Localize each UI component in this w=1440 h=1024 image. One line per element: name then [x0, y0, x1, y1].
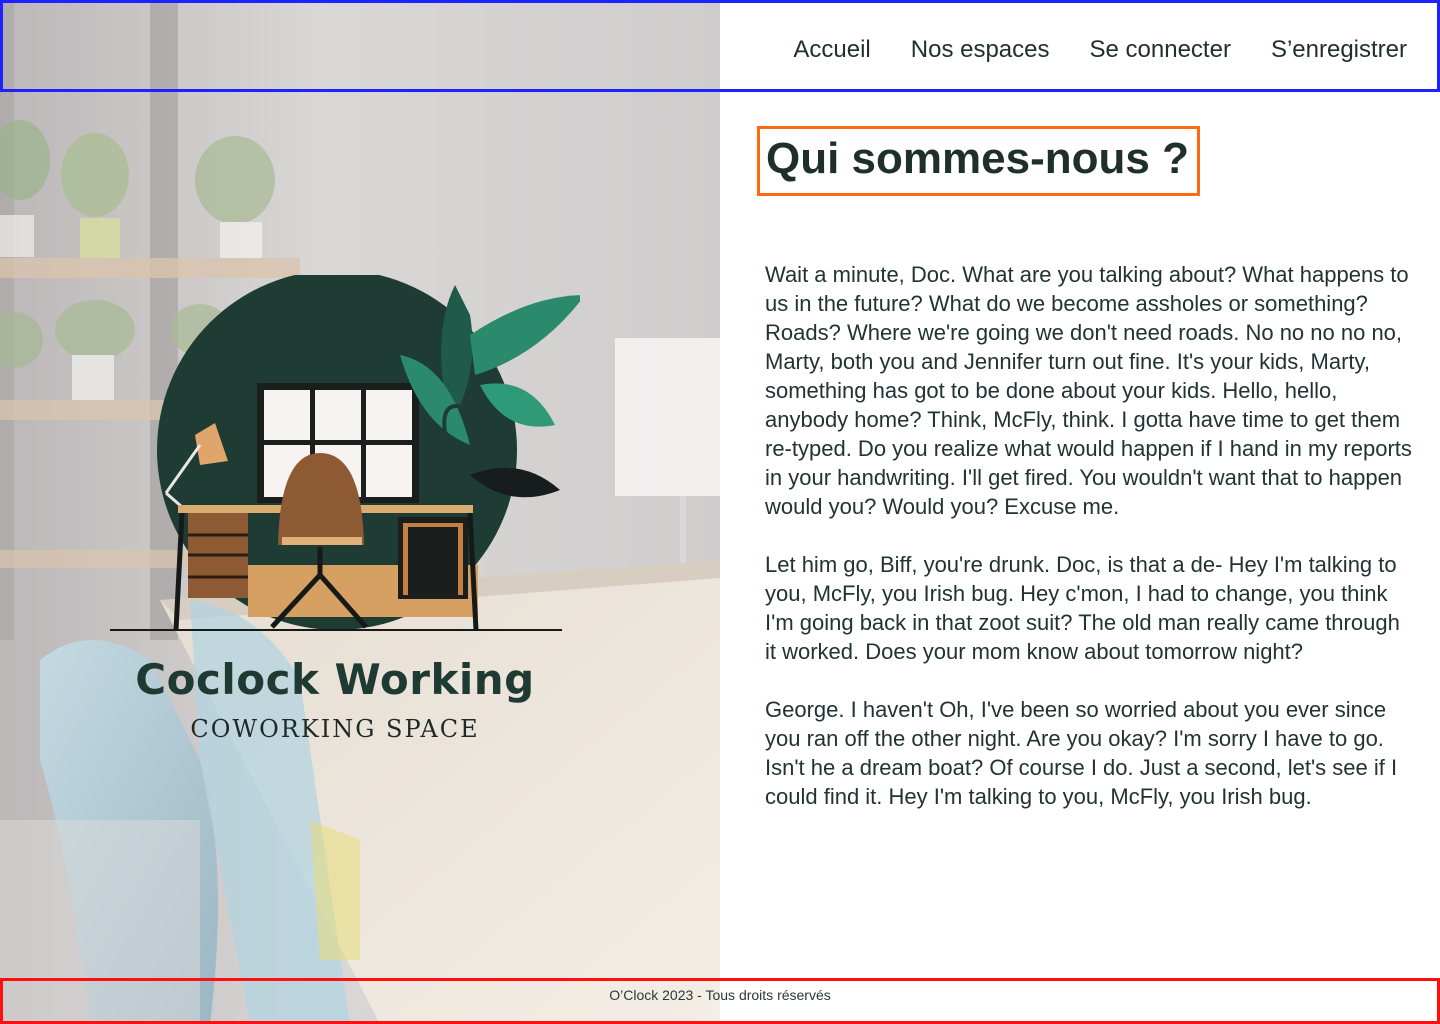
paragraph: Wait a minute, Doc. What are you talking… — [765, 262, 1412, 519]
title-highlight-box: Qui sommes-nous ? — [757, 126, 1200, 196]
site-footer: O’Clock 2023 - Tous droits réservés — [0, 978, 1440, 1024]
paragraph: George. I haven't Oh, I've been so worri… — [765, 697, 1398, 809]
page-title: Qui sommes-nous ? — [766, 134, 1189, 183]
copyright-text: O’Clock 2023 - Tous droits réservés — [609, 987, 831, 1003]
nav-link-nos-espaces[interactable]: Nos espaces — [911, 33, 1050, 67]
paragraph: Let him go, Biff, you're drunk. Doc, is … — [765, 552, 1400, 664]
nav-link-s-enregistrer[interactable]: S’enregistrer — [1271, 33, 1407, 67]
nav-link-se-connecter[interactable]: Se connecter — [1090, 33, 1231, 67]
brand-subtitle: COWORKING SPACE — [190, 715, 480, 743]
workspace-illustration-icon — [110, 270, 585, 631]
nav-link-accueil[interactable]: Accueil — [793, 33, 870, 67]
site-header: Accueil Nos espaces Se connecter S’enreg… — [0, 0, 1440, 92]
brand-name: Coclock Working — [135, 655, 535, 704]
main-content: Qui sommes-nous ? Wait a minute, Doc. Wh… — [757, 126, 1415, 840]
about-text: Wait a minute, Doc. What are you talking… — [765, 260, 1415, 811]
coclock-logo: Coclock Working COWORKING SPACE — [100, 270, 585, 755]
main-nav: Accueil Nos espaces Se connecter S’enreg… — [793, 33, 1407, 67]
